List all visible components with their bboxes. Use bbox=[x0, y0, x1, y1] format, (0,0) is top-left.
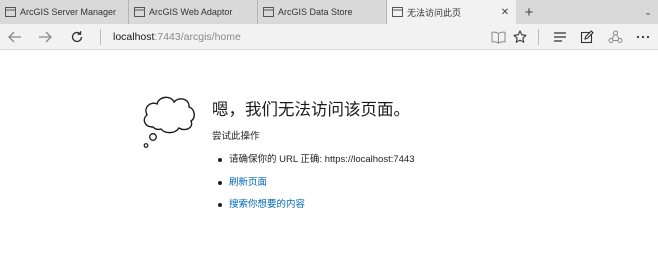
page-icon bbox=[263, 7, 274, 17]
new-tab-button[interactable]: + bbox=[516, 0, 542, 24]
address-bar[interactable]: localhost:7443/arcgis/home bbox=[113, 29, 241, 45]
tab-title: 无法访问此页 bbox=[407, 7, 462, 18]
error-heading: 嗯，我们无法访问该页面。 bbox=[212, 101, 410, 119]
chevron-down-icon: ⌄ bbox=[644, 6, 652, 17]
url-host: localhost bbox=[113, 31, 155, 43]
list-item: 刷新页面 bbox=[217, 175, 415, 198]
tab-title: ArcGIS Server Manager bbox=[20, 7, 117, 17]
web-note-button[interactable] bbox=[576, 27, 598, 47]
toolbar-divider bbox=[100, 29, 101, 45]
tab-title: ArcGIS Web Adaptor bbox=[149, 7, 233, 17]
close-icon[interactable]: ✕ bbox=[498, 7, 512, 18]
refresh-icon bbox=[71, 31, 83, 43]
tab-arcgis-web-adaptor[interactable]: ArcGIS Web Adaptor bbox=[129, 0, 258, 24]
page-icon bbox=[392, 7, 403, 17]
back-button[interactable] bbox=[4, 27, 26, 47]
tab-cannot-reach-page[interactable]: 无法访问此页 ✕ bbox=[387, 0, 516, 24]
cloud-icon bbox=[139, 93, 197, 154]
refresh-page-link[interactable]: 刷新页面 bbox=[229, 177, 267, 188]
add-favorite-button[interactable] bbox=[509, 27, 531, 47]
hub-icon bbox=[554, 32, 566, 42]
hub-button[interactable] bbox=[549, 27, 571, 47]
tab-arcgis-data-store[interactable]: ArcGIS Data Store bbox=[258, 0, 387, 24]
suggestion-list: 请确保你的 URL 正确: https://localhost:7443 刷新页… bbox=[217, 152, 415, 220]
navigation-toolbar: localhost:7443/arcgis/home bbox=[0, 24, 658, 50]
tab-preview-button[interactable]: ⌄ bbox=[638, 0, 658, 24]
try-this-subheading: 尝试此操作 bbox=[212, 131, 260, 142]
page-icon bbox=[5, 7, 16, 17]
plus-icon: + bbox=[524, 3, 534, 21]
pen-icon bbox=[580, 30, 594, 44]
list-item: 请确保你的 URL 正确: https://localhost:7443 bbox=[217, 152, 415, 175]
reading-view-button[interactable] bbox=[487, 27, 509, 47]
check-url-text: 请确保你的 URL 正确: https://localhost:7443 bbox=[229, 154, 415, 165]
share-button[interactable] bbox=[604, 27, 626, 47]
url-path: :7443/arcgis/home bbox=[154, 31, 241, 43]
list-item: 搜索你想要的内容 bbox=[217, 197, 415, 220]
toolbar-divider bbox=[538, 29, 539, 45]
back-arrow-icon bbox=[8, 31, 21, 43]
star-icon bbox=[513, 30, 527, 43]
more-button[interactable] bbox=[632, 27, 654, 47]
book-icon bbox=[491, 31, 505, 44]
tab-title: ArcGIS Data Store bbox=[278, 7, 353, 17]
search-link[interactable]: 搜索你想要的内容 bbox=[229, 199, 305, 210]
refresh-button[interactable] bbox=[66, 27, 88, 47]
more-icon bbox=[636, 35, 650, 39]
page-icon bbox=[134, 7, 145, 17]
tab-arcgis-server-manager[interactable]: ArcGIS Server Manager bbox=[0, 0, 129, 24]
share-icon bbox=[608, 30, 622, 43]
forward-button[interactable] bbox=[34, 27, 56, 47]
tab-strip: ArcGIS Server Manager ArcGIS Web Adaptor… bbox=[0, 0, 658, 24]
forward-arrow-icon bbox=[39, 31, 52, 43]
